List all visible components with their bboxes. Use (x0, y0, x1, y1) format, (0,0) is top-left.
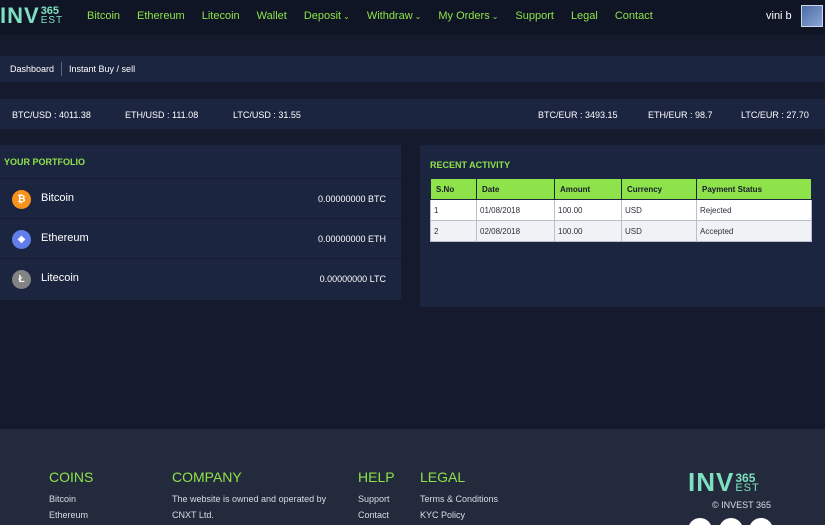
footer: COINS Bitcoin Ethereum COMPANY The websi… (0, 429, 825, 525)
nav-deposit-dropdown[interactable]: Deposit ⌄ (304, 10, 350, 22)
chevron-down-icon: ⌄ (491, 12, 499, 21)
bitcoin-icon: ₿ (12, 190, 31, 209)
column-header: S.No (430, 178, 477, 200)
table-row: 2 02/08/2018 100.00 USD Accepted (430, 220, 812, 242)
footer-legal-column: LEGAL Terms & Conditions KYC Policy (420, 469, 498, 525)
column-header: Amount (554, 178, 622, 200)
footer-coins-column: COINS Bitcoin Ethereum (49, 469, 93, 525)
activity-title: RECENT ACTIVITY (430, 160, 511, 170)
ticker-eth-eur: ETH/EUR : 98.7 (648, 110, 713, 120)
ticker-eth-usd: ETH/USD : 111.08 (125, 110, 199, 120)
table-cell: 01/08/2018 (476, 199, 555, 221)
coin-balance: 0.00000000 ETH (317, 234, 386, 244)
portfolio-title: YOUR PORTFOLIO (4, 157, 85, 167)
logo-est-text: EST (40, 15, 64, 26)
ticker-ltc-eur: LTC/EUR : 27.70 (741, 110, 809, 120)
copyright: © INVEST 365 (712, 500, 771, 510)
coin-balance: 0.00000000 BTC (317, 194, 386, 204)
table-cell: 1 (430, 199, 477, 221)
table-cell: 100.00 (554, 220, 622, 242)
table-cell: Rejected (696, 199, 812, 221)
footer-help-title: HELP (358, 469, 395, 485)
ethereum-icon: ◆ (12, 230, 31, 249)
nav-withdraw-label: Withdraw (366, 10, 413, 22)
chevron-down-icon: ⌄ (343, 12, 350, 21)
table-cell: USD (621, 220, 697, 242)
coin-name: Bitcoin (41, 192, 75, 204)
footer-link-bitcoin[interactable]: Bitcoin (49, 494, 93, 504)
litecoin-icon: Ł (12, 270, 31, 289)
table-row: 1 01/08/2018 100.00 USD Rejected (430, 199, 812, 221)
table-cell: 2 (430, 220, 477, 242)
table-cell: 100.00 (554, 199, 622, 221)
coin-name: Ethereum (41, 232, 89, 244)
table-cell: USD (621, 199, 697, 221)
footer-company-column: COMPANY The website is owned and operate… (172, 469, 326, 525)
portfolio-row-bitcoin[interactable]: ₿ Bitcoin 0.00000000 BTC (0, 178, 401, 218)
nav-orders-dropdown[interactable]: My Orders ⌄ (438, 10, 498, 22)
nav-withdraw-dropdown[interactable]: Withdraw ⌄ (367, 10, 422, 22)
top-navbar: INV 365 EST Bitcoin Ethereum Litecoin Wa… (0, 0, 825, 35)
footer-logo: INV 365 EST (688, 467, 760, 498)
portfolio-row-litecoin[interactable]: Ł Litecoin 0.00000000 LTC (0, 258, 401, 298)
footer-link-ethereum[interactable]: Ethereum (49, 510, 93, 520)
nav-support[interactable]: Support (515, 10, 554, 22)
breadcrumb-current: Instant Buy / sell (69, 64, 136, 74)
breadcrumb-divider (61, 62, 63, 76)
footer-company-text: The website is owned and operated by (172, 494, 327, 504)
ticker-btc-eur: BTC/EUR : 3493.15 (538, 110, 618, 120)
footer-help-column: HELP Support Contact (358, 469, 395, 525)
nav-ethereum[interactable]: Ethereum (137, 10, 185, 22)
portfolio-row-ethereum[interactable]: ◆ Ethereum 0.00000000 ETH (0, 218, 401, 258)
user-name[interactable]: vini b (766, 10, 792, 22)
footer-company-name: CNXT Ltd. (172, 510, 214, 520)
avatar[interactable] (801, 5, 823, 27)
social-icon[interactable] (749, 518, 773, 525)
table-cell: 02/08/2018 (476, 220, 555, 242)
footer-legal-title: LEGAL (420, 469, 466, 485)
social-icon[interactable] (719, 518, 743, 525)
nav-legal[interactable]: Legal (571, 10, 598, 22)
footer-link-terms[interactable]: Terms & Conditions (420, 494, 498, 504)
column-header: Date (476, 178, 555, 200)
logo-est-text: EST (735, 481, 760, 494)
footer-company-title: COMPANY (172, 469, 242, 485)
recent-activity-panel: RECENT ACTIVITY S.No Date Amount Currenc… (420, 145, 825, 307)
breadcrumb: Dashboard Instant Buy / sell (0, 56, 825, 82)
footer-coins-title: COINS (49, 469, 94, 485)
brand-logo[interactable]: INV 365 EST (0, 2, 63, 30)
nav-bitcoin[interactable]: Bitcoin (87, 10, 120, 22)
table-header-row: S.No Date Amount Currency Payment Status (430, 178, 812, 200)
price-ticker: BTC/USD : 4011.38 ETH/USD : 111.08 LTC/U… (0, 99, 825, 129)
breadcrumb-dashboard[interactable]: Dashboard (10, 64, 54, 74)
nav-orders-label: My Orders (438, 10, 490, 22)
activity-table: S.No Date Amount Currency Payment Status… (430, 178, 812, 242)
nav-contact[interactable]: Contact (615, 10, 653, 22)
ticker-ltc-usd: LTC/USD : 31.55 (233, 110, 301, 120)
logo-365-text: 365 (735, 470, 756, 485)
footer-link-support[interactable]: Support (358, 494, 395, 504)
ticker-btc-usd: BTC/USD : 4011.38 (12, 110, 91, 120)
footer-link-contact[interactable]: Contact (358, 510, 395, 520)
footer-link-kyc[interactable]: KYC Policy (420, 510, 498, 520)
coin-name: Litecoin (41, 272, 79, 284)
table-cell: Accepted (696, 220, 812, 242)
column-header: Currency (621, 178, 697, 200)
social-icon[interactable] (688, 518, 712, 525)
nav-menu: Bitcoin Ethereum Litecoin Wallet Deposit… (87, 0, 670, 32)
logo-inv-text: INV (688, 467, 735, 497)
coin-balance: 0.00000000 LTC (319, 274, 386, 284)
nav-deposit-label: Deposit (303, 10, 342, 22)
nav-litecoin[interactable]: Litecoin (202, 10, 240, 22)
nav-wallet[interactable]: Wallet (257, 10, 287, 22)
portfolio-panel: YOUR PORTFOLIO ₿ Bitcoin 0.00000000 BTC … (0, 145, 401, 300)
logo-inv-text: INV (0, 3, 40, 28)
column-header: Payment Status (696, 178, 812, 200)
chevron-down-icon: ⌄ (414, 12, 422, 21)
